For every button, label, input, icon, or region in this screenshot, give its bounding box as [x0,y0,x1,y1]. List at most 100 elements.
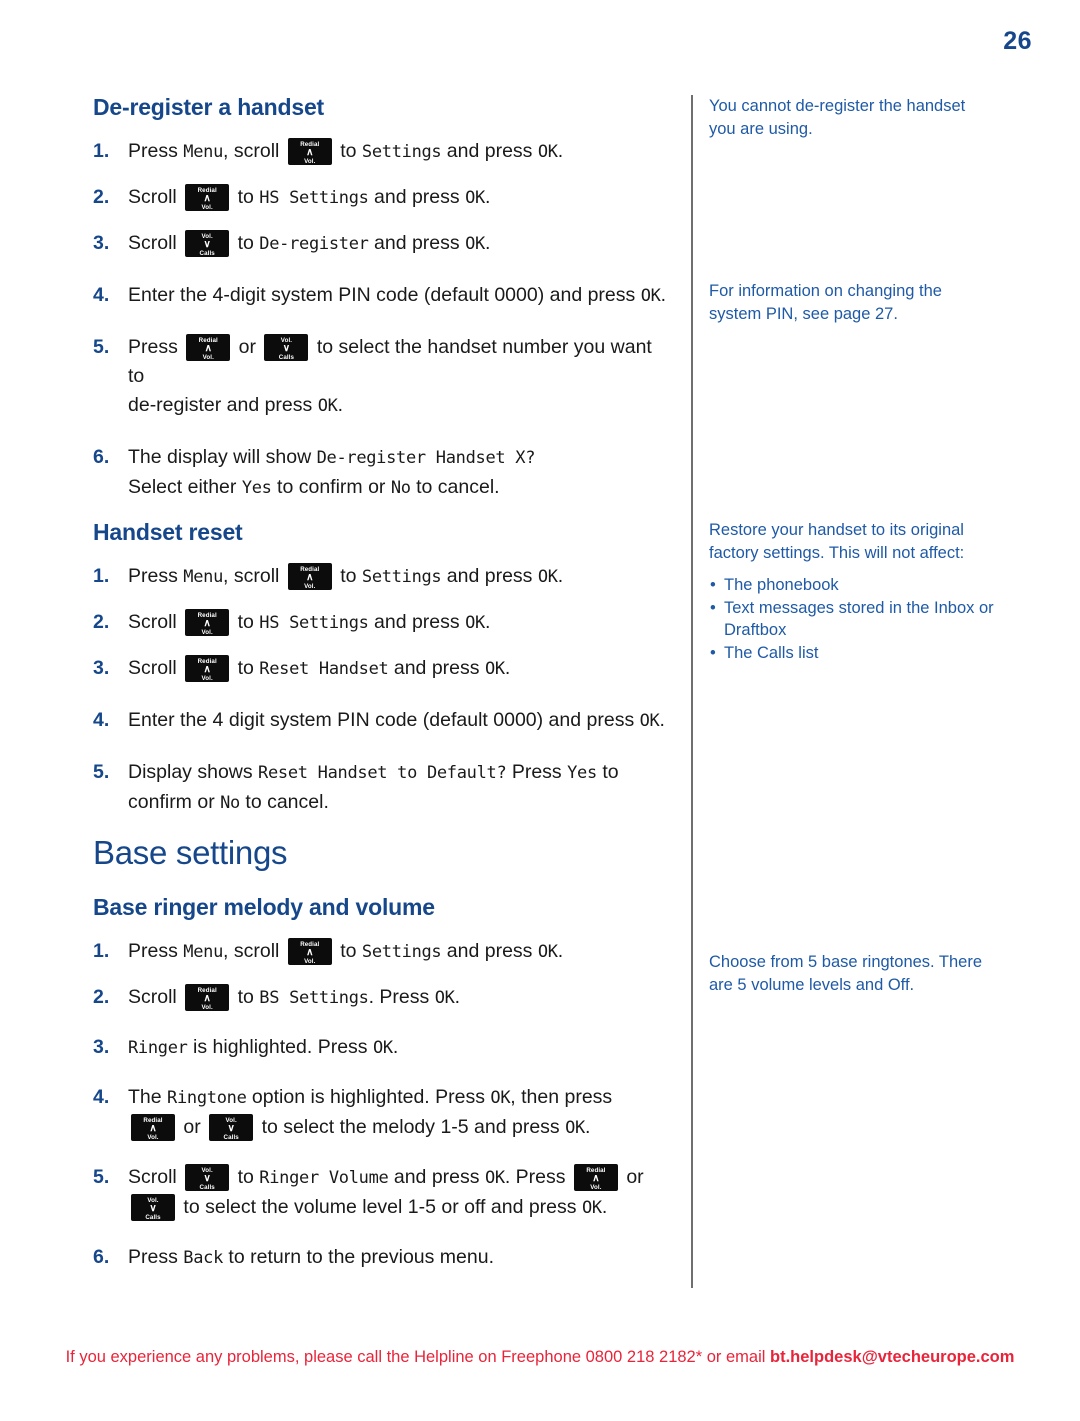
lcd-label: Menu [183,942,224,962]
step-text: to [232,1166,260,1188]
step-text: and press [368,232,466,254]
step-text: and press [441,565,538,587]
key-arrow-up-icon: ∧ [203,617,211,629]
list-item: The Calls list [709,642,994,665]
key-down-vol-calls-icon: Vol. ∨ Calls [131,1194,175,1221]
lcd-label: De-register [259,234,369,254]
column-divider [691,95,693,1288]
step-text: Scroll [128,232,183,254]
step-text: Enter the 4 digit system PIN code (defau… [128,709,640,731]
lcd-label: No [390,478,411,498]
footer-helpline: If you experience any problems, please c… [0,1348,1080,1367]
step-line: Vol. ∨ Calls to select the volume level 1-… [128,1193,673,1223]
step-text: Select either [128,476,242,498]
step-item: 6. Press Back to return to the previous … [93,1243,673,1273]
step-text: Press [128,565,184,587]
key-arrow-down-icon: ∨ [203,1172,211,1184]
step-item: 5. Scroll Vol. ∨ Calls to Ringer Volume an… [93,1163,673,1223]
step-text: and press [441,140,538,162]
step-number: 3. [93,1036,110,1058]
key-up-redial-vol-icon: Redial ∧ Vol. [131,1114,175,1141]
step-text: to [334,140,362,162]
step-number: 4. [93,284,110,306]
step-text: or [620,1166,644,1188]
footer-email-link[interactable]: bt.helpdesk@vtecheurope.com [770,1348,1014,1366]
step-number: 1. [93,140,110,162]
step-text: Scroll [128,657,183,679]
lcd-label: OK [490,1088,511,1108]
step-text: to [232,657,260,679]
lcd-label: De-register Handset X? [316,448,536,468]
step-text: . [659,709,665,731]
heading-base-ringer-melody-and-volume: Base ringer melody and volume [93,894,435,920]
key-arrow-up-icon: ∧ [306,146,314,158]
heading-handset-reset: Handset reset [93,519,243,545]
step-line: Display shows Reset Handset to Default? … [128,758,673,788]
lcd-label: Yes [567,763,597,783]
step-line: de-register and press OK. [128,391,673,421]
lcd-label: OK [484,1168,505,1188]
key-up-redial-vol-icon: Redial ∧ Vol. [287,938,332,965]
step-text: . [557,565,564,587]
step-item: 3. Scroll Redial ∧ Vol. to Reset Handset a… [93,654,673,684]
step-text: . [392,1036,399,1058]
key-down-vol-calls-icon: Vol. ∨ Calls [209,1114,254,1141]
step-line: Select either Yes to confirm or No to ca… [128,473,673,503]
step-item: 6. The display will show De-register Han… [93,443,673,503]
step-text: Press [128,336,184,358]
step-number: 3. [93,657,110,679]
step-number: 2. [93,611,110,633]
step-item: 1. Press Menu, scroll Redial ∧ Vol. to Set… [93,137,673,167]
lcd-label: OK [465,234,485,254]
key-up-redial-vol-icon: Redial ∧ Vol. [185,609,230,636]
key-bottom-label: Vol. [201,628,213,636]
step-text: . [504,657,511,679]
manual-page: 26 De-register a handset 1. Press Menu, … [0,0,1080,1421]
step-text: . [337,394,343,416]
step-text: Scroll [128,611,183,633]
step-number: 3. [93,232,110,254]
step-text: . [484,186,491,208]
lcd-label: OK [639,711,660,731]
step-text: Display shows [128,761,259,783]
step-text: Scroll [128,1166,183,1188]
step-text: to cancel. [239,791,329,813]
lcd-label: OK [465,613,485,633]
note-handset-reset-info: Restore your handset to its original fac… [709,519,994,664]
key-arrow-down-icon: ∨ [203,238,211,250]
step-text: to [334,940,362,962]
key-up-redial-vol-icon: Redial ∧ Vol. [186,334,231,361]
step-text: . Press [504,1166,571,1188]
key-down-vol-calls-icon: Vol. ∨ Calls [264,334,309,361]
key-bottom-label: Vol. [304,157,316,165]
lcd-label: OK [434,988,455,1008]
step-text: to [232,986,260,1008]
step-text: to [334,565,362,587]
step-text: , scroll [223,565,285,587]
key-up-redial-vol-icon: Redial ∧ Vol. [287,138,332,165]
lcd-label: BS Settings [259,988,369,1008]
step-text: to return to the previous menu. [223,1246,494,1268]
lcd-label: Ringtone [167,1088,247,1108]
step-item: 2. Scroll Redial ∧ Vol. to BS Settings. Pr… [93,983,673,1013]
step-text: . [557,140,564,162]
step-text: The display will show [128,446,317,468]
key-bottom-label: Vol. [304,957,316,965]
key-arrow-up-icon: ∧ [203,663,211,675]
key-bottom-label: Vol. [590,1183,602,1191]
footer-text: If you experience any problems, please c… [65,1348,771,1366]
key-up-redial-vol-icon: Redial ∧ Vol. [287,563,332,590]
step-text: or [178,1116,207,1138]
lcd-label: Yes [241,478,272,498]
step-number: 2. [93,186,110,208]
step-text: and press [441,940,538,962]
step-text: , then press [510,1086,613,1108]
lcd-label: OK [372,1038,393,1058]
lcd-label: OK [484,659,505,679]
lcd-label: Settings [361,567,442,587]
step-text: to select the melody 1-5 and press [256,1116,566,1138]
step-item: 3. Ringer is highlighted. Press OK. [93,1033,673,1063]
step-number: 6. [93,446,110,468]
step-item: 5. Press Redial ∧ Vol. or Vol. ∨ Calls to se… [93,333,673,421]
step-number: 4. [93,1086,110,1108]
